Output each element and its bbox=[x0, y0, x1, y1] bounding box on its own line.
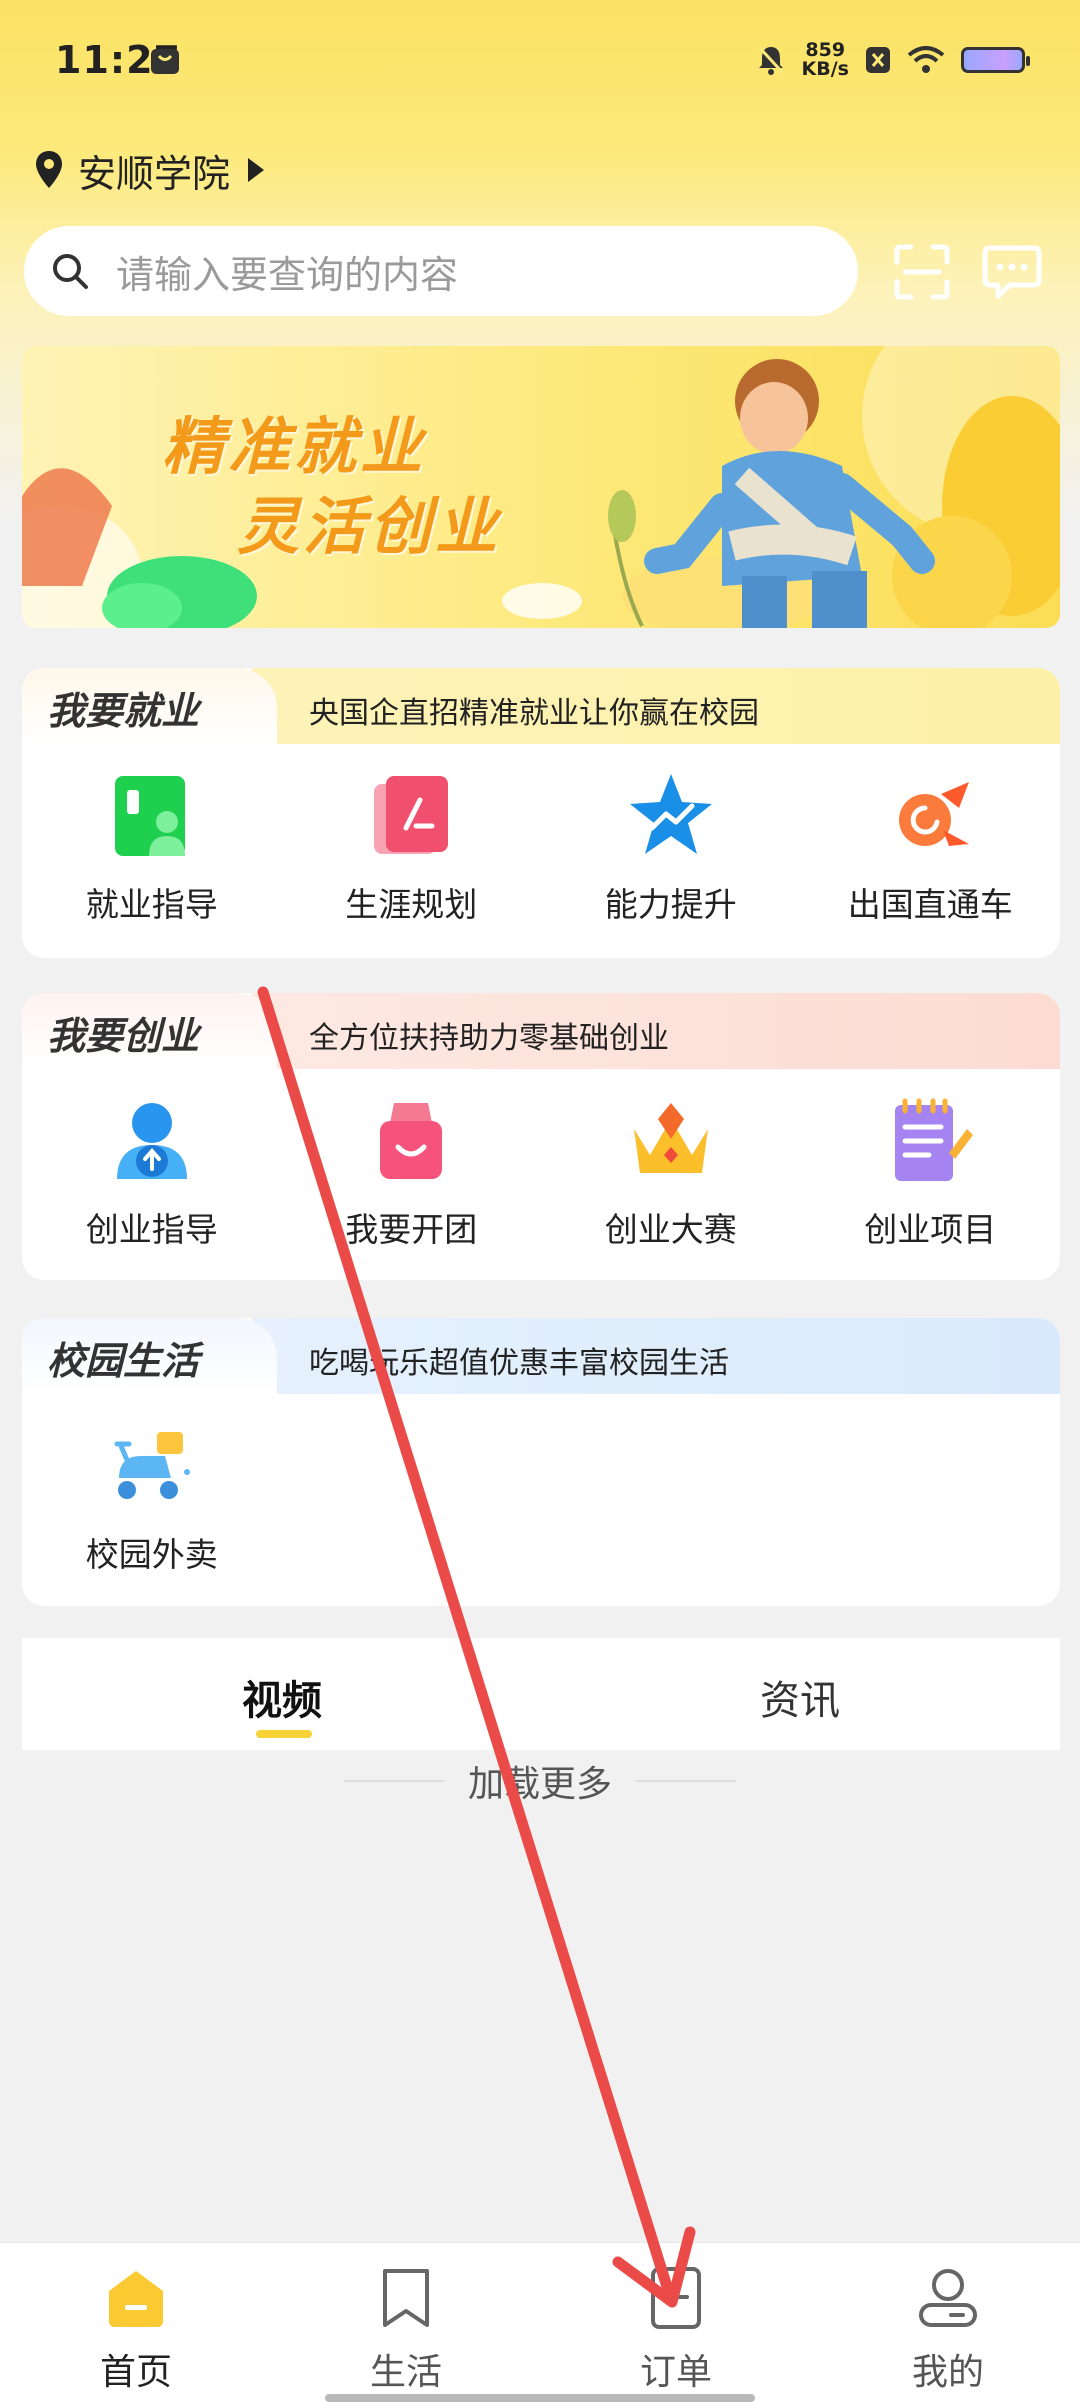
network-speed: 859 KB/s bbox=[802, 41, 849, 79]
service-item-career-planning[interactable]: 生涯规划 bbox=[282, 770, 542, 926]
service-label: 我要开团 bbox=[345, 1210, 478, 1249]
profile-icon bbox=[919, 2269, 977, 2327]
pen-card-icon bbox=[374, 776, 449, 854]
section-subtitle: 央国企直招精准就业让你赢在校园 bbox=[309, 696, 759, 731]
home-icon bbox=[109, 2271, 163, 2327]
sim-x-icon bbox=[866, 47, 890, 73]
service-label: 创业项目 bbox=[864, 1210, 997, 1249]
service-grid: 就业指导 生涯规划 能力提升 出国直通车 bbox=[22, 744, 1060, 926]
tab-news[interactable]: 资讯 bbox=[760, 1668, 840, 1726]
service-item-group-buy[interactable]: 我要开团 bbox=[282, 1095, 542, 1251]
nav-label: 我的 bbox=[911, 2352, 984, 2393]
load-more-label: 加载更多 bbox=[467, 1764, 612, 1805]
banner-headline-1: 精准就业 bbox=[162, 410, 427, 483]
service-item-study-abroad[interactable]: 出国直通车 bbox=[801, 770, 1061, 926]
nav-label: 订单 bbox=[639, 2352, 712, 2393]
startup-section: 我要创业 全方位扶持助力零基础创业 创业指导 我要开团 创业大赛 创业项目 bbox=[22, 993, 1060, 1280]
scooter-icon bbox=[114, 1432, 190, 1499]
star-trend-icon bbox=[629, 774, 712, 854]
service-item-campus-delivery[interactable]: 校园外卖 bbox=[22, 1420, 282, 1576]
campus-life-section: 校园生活 吃喝玩乐超值优惠丰富校园生活 校园外卖 bbox=[22, 1318, 1060, 1606]
mute-bell-icon bbox=[757, 45, 784, 75]
section-subtitle: 吃喝玩乐超值优惠丰富校园生活 bbox=[309, 1346, 729, 1381]
search-placeholder: 请输入要查询的内容 bbox=[116, 252, 459, 297]
nav-label: 首页 bbox=[99, 2352, 172, 2393]
status-icons: 859 KB/s bbox=[756, 38, 1030, 82]
content-tabs: 视频 资讯 bbox=[22, 1638, 1060, 1750]
service-label: 校园外卖 bbox=[85, 1535, 218, 1574]
location-pin-icon bbox=[36, 151, 62, 188]
service-item-contest[interactable]: 创业大赛 bbox=[541, 1095, 801, 1251]
load-more[interactable]: 加载更多 bbox=[0, 1756, 1080, 1806]
search-icon bbox=[53, 254, 88, 289]
crown-icon bbox=[633, 1103, 708, 1173]
id-card-icon bbox=[114, 776, 185, 856]
app-screen: 11:27 859 KB/s 安顺学院 请输入要查询的内容 精准就业 灵活创业 … bbox=[0, 0, 1080, 2408]
bottom-nav: 首页 生活 订单 我的 bbox=[0, 2242, 1080, 2408]
service-item-startup-guide[interactable]: 创业指导 bbox=[22, 1095, 282, 1251]
message-icon[interactable] bbox=[982, 244, 1042, 300]
scan-icon[interactable] bbox=[893, 244, 951, 300]
nav-label: 生活 bbox=[369, 2352, 442, 2393]
service-label: 出国直通车 bbox=[847, 885, 1013, 924]
section-header: 我要创业 全方位扶持助力零基础创业 bbox=[22, 993, 1060, 1069]
nav-item-home[interactable]: 首页 bbox=[66, 2265, 206, 2395]
service-label: 能力提升 bbox=[604, 885, 737, 924]
service-label: 创业指导 bbox=[85, 1210, 218, 1249]
bookmark-icon bbox=[383, 2269, 429, 2327]
service-label: 生涯规划 bbox=[345, 885, 478, 924]
section-title: 校园生活 bbox=[47, 1339, 200, 1383]
service-grid: 校园外卖 bbox=[22, 1394, 1060, 1576]
service-label: 创业大赛 bbox=[604, 1210, 737, 1249]
banner-headline-2: 灵活创业 bbox=[237, 490, 502, 563]
banner-illustration bbox=[22, 346, 1060, 628]
employment-section: 我要就业 央国企直招精准就业让你赢在校园 就业指导 生涯规划 能力提升 出国直通… bbox=[22, 668, 1060, 958]
service-grid: 创业指导 我要开团 创业大赛 创业项目 bbox=[22, 1069, 1060, 1251]
plane-icon bbox=[899, 782, 970, 846]
play-arrow-icon bbox=[248, 158, 265, 182]
nav-item-orders[interactable]: 订单 bbox=[606, 2265, 746, 2395]
nav-item-life[interactable]: 生活 bbox=[336, 2265, 476, 2395]
promo-banner[interactable]: 精准就业 灵活创业 bbox=[22, 346, 1060, 628]
section-header: 我要就业 央国企直招精准就业让你赢在校园 bbox=[22, 668, 1060, 744]
notepad-icon bbox=[895, 1098, 974, 1181]
service-item-skill-upgrade[interactable]: 能力提升 bbox=[541, 770, 801, 926]
service-item-employment-guide[interactable]: 就业指导 bbox=[22, 770, 282, 926]
service-item-projects[interactable]: 创业项目 bbox=[801, 1095, 1061, 1251]
section-title: 我要就业 bbox=[47, 689, 200, 733]
section-header: 校园生活 吃喝玩乐超值优惠丰富校园生活 bbox=[22, 1318, 1060, 1394]
home-indicator bbox=[325, 2394, 755, 2402]
divider bbox=[343, 1780, 444, 1782]
service-label: 就业指导 bbox=[85, 885, 218, 924]
notification-bag-icon bbox=[151, 49, 179, 74]
user-up-icon bbox=[116, 1103, 187, 1179]
tab-video[interactable]: 视频 bbox=[242, 1668, 322, 1726]
search-input[interactable]: 请输入要查询的内容 bbox=[24, 226, 858, 316]
divider bbox=[636, 1780, 736, 1782]
battery-icon bbox=[961, 47, 1030, 73]
wifi-icon bbox=[907, 46, 945, 73]
active-tab-indicator bbox=[256, 1730, 312, 1738]
status-bar: 11:27 859 KB/s bbox=[0, 0, 1080, 125]
network-speed-unit: KB/s bbox=[801, 58, 849, 80]
location-selector[interactable]: 安顺学院 bbox=[34, 140, 265, 200]
nav-item-mine[interactable]: 我的 bbox=[878, 2265, 1018, 2395]
section-title: 我要创业 bbox=[47, 1014, 200, 1058]
order-document-icon bbox=[651, 2267, 701, 2329]
shopping-bag-icon bbox=[380, 1103, 443, 1179]
section-subtitle: 全方位扶持助力零基础创业 bbox=[309, 1021, 669, 1056]
location-name: 安顺学院 bbox=[78, 151, 231, 196]
